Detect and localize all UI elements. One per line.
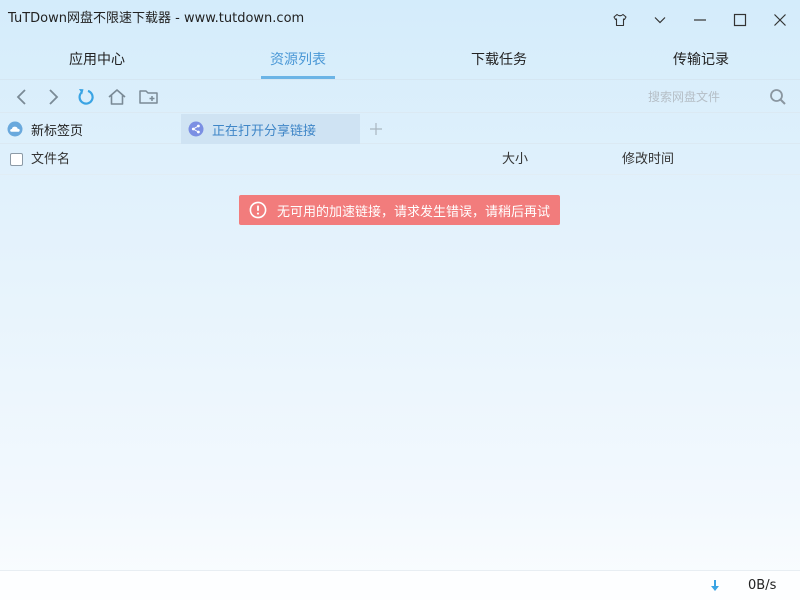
page-tab-share-link[interactable]: 正在打开分享链接 [181, 114, 360, 144]
download-arrow-icon [711, 580, 719, 591]
minimize-icon[interactable] [685, 6, 715, 34]
active-tab-indicator [261, 76, 335, 79]
title-bar: TuTDown网盘不限速下载器 - www.tutdown.com [0, 0, 800, 40]
forward-icon[interactable] [41, 85, 65, 109]
maximize-icon[interactable] [725, 6, 755, 34]
new-folder-icon[interactable] [137, 85, 161, 109]
download-speed: 0B/s [748, 578, 777, 593]
column-size[interactable]: 大小 [502, 145, 528, 175]
toolbar [0, 81, 800, 113]
tab-app-center[interactable]: 应用中心 [47, 40, 147, 80]
page-tab-label: 新标签页 [31, 123, 84, 139]
tab-label: 下载任务 [471, 52, 527, 68]
window-title: TuTDown网盘不限速下载器 - www.tutdown.com [8, 11, 305, 26]
dropdown-icon[interactable] [645, 6, 675, 34]
main-tab-bar: 应用中心 资源列表 下载任务 传输记录 [0, 40, 800, 80]
tab-download-tasks[interactable]: 下载任务 [449, 40, 549, 80]
status-bar: 0B/s [0, 570, 800, 600]
add-tab-icon[interactable] [366, 119, 386, 139]
error-toast: 无可用的加速链接，请求发生错误，请稍后再试 [239, 195, 560, 225]
home-icon[interactable] [105, 85, 129, 109]
refresh-icon[interactable] [73, 85, 97, 109]
search-icon[interactable] [766, 85, 790, 109]
page-tab-new[interactable]: 新标签页 [0, 114, 180, 144]
tab-transfer-records[interactable]: 传输记录 [651, 40, 751, 80]
page-tab-bar: 新标签页 正在打开分享链接 [0, 113, 800, 144]
tab-label: 传输记录 [673, 52, 729, 68]
column-name[interactable]: 文件名 [31, 145, 70, 175]
select-all-checkbox[interactable] [10, 153, 23, 166]
cloud-icon [7, 121, 23, 137]
share-icon [188, 121, 204, 137]
skin-icon[interactable] [605, 6, 635, 34]
tab-label: 应用中心 [69, 52, 125, 68]
error-message: 无可用的加速链接，请求发生错误，请稍后再试 [277, 204, 551, 220]
tab-resource-list[interactable]: 资源列表 [248, 40, 348, 80]
search-box [640, 85, 794, 109]
column-modified[interactable]: 修改时间 [622, 145, 674, 175]
search-input[interactable] [640, 85, 760, 109]
back-icon[interactable] [10, 85, 34, 109]
close-icon[interactable] [765, 6, 795, 34]
tab-label: 资源列表 [270, 52, 326, 68]
error-icon [249, 201, 267, 219]
page-tab-label: 正在打开分享链接 [212, 123, 317, 139]
app-window: TuTDown网盘不限速下载器 - www.tutdown.com 应用中心 资… [0, 0, 800, 600]
file-list-header: 文件名 大小 修改时间 [0, 145, 800, 175]
